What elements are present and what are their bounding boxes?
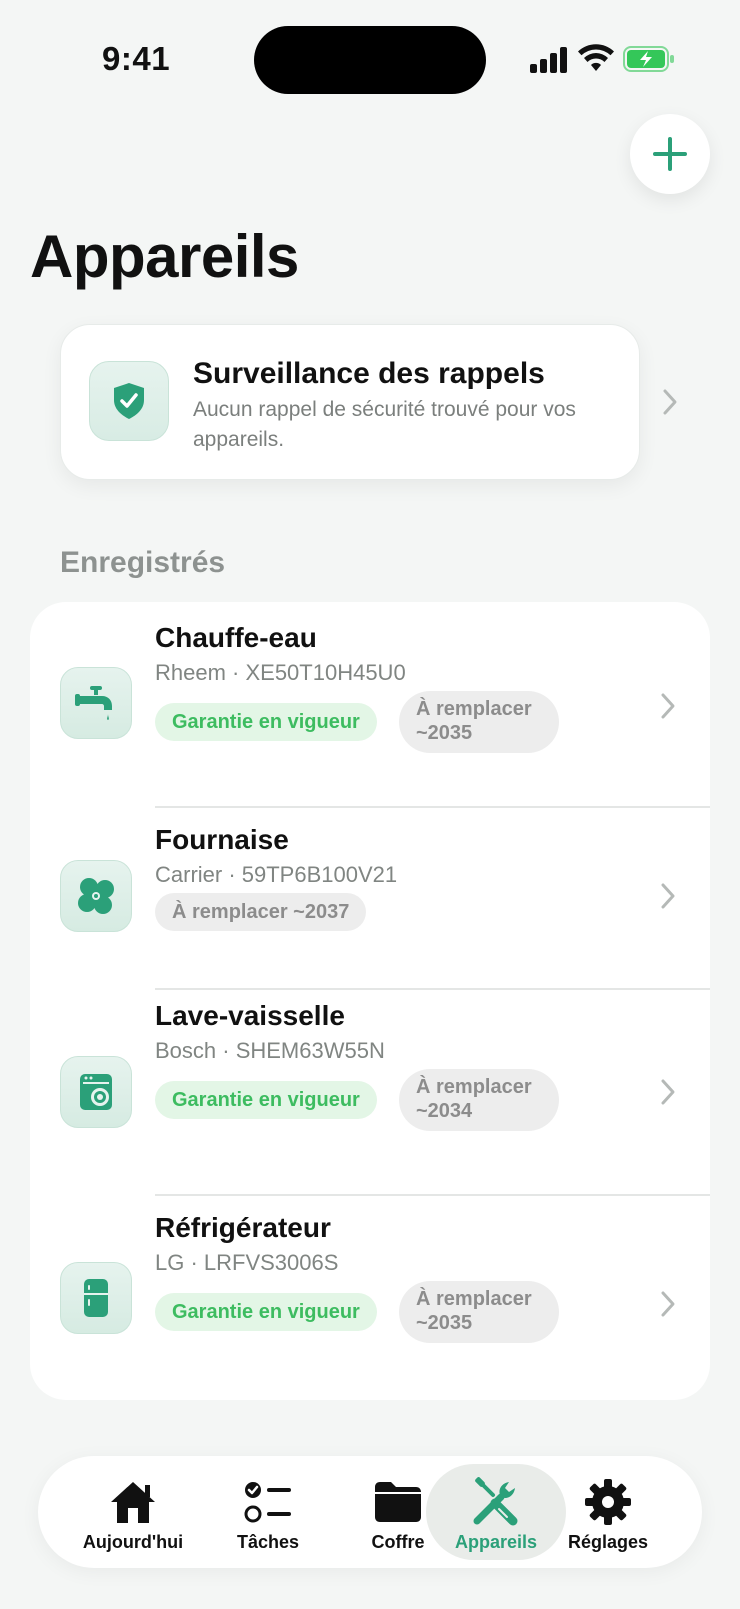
appliance-row-lave-vaisselle[interactable]: Lave-vaisselle Bosch · SHEM63W55N Garant… (30, 990, 710, 1194)
folder-icon (373, 1476, 423, 1528)
replace-badge: À remplacer ~2035 (399, 691, 559, 753)
tab-taches[interactable]: Tâches (208, 1456, 328, 1568)
dynamic-island (254, 26, 486, 94)
appliance-list: Chauffe-eau Rheem · XE50T10H45U0 Garanti… (30, 602, 710, 1400)
status-bar: 9:41 (0, 0, 740, 110)
appliance-icon-tile (60, 860, 132, 932)
chevron-right-icon (661, 693, 675, 719)
chevron-right-icon (661, 883, 675, 909)
appliance-detail: LG · LRFVS3006S (155, 1250, 339, 1275)
appliance-icon-tile (60, 1262, 132, 1334)
chevron-right-icon (661, 1291, 675, 1317)
shield-check-icon (114, 383, 144, 419)
replace-badge: À remplacer ~2037 (155, 893, 367, 931)
recall-icon-tile (89, 361, 169, 441)
status-time: 9:41 (102, 40, 171, 77)
tab-label: Coffre (371, 1532, 425, 1552)
appliance-icon-tile (60, 1056, 132, 1128)
recall-title: Surveillance des rappels (193, 357, 545, 390)
tab-label: Réglages (567, 1532, 649, 1552)
tools-icon (471, 1476, 521, 1528)
faucet-icon (75, 686, 112, 720)
tab-appareils[interactable]: Appareils (426, 1464, 566, 1560)
page-title: Appareils (30, 223, 299, 290)
tab-aujourdhui[interactable]: Aujourd'hui (68, 1456, 198, 1568)
warranty-badge: Garantie en vigueur (155, 1081, 377, 1119)
chevron-right-icon (661, 1079, 675, 1105)
plus-icon (653, 137, 687, 171)
appliance-icon-tile (60, 667, 132, 739)
tab-label: Aujourd'hui (82, 1532, 184, 1552)
recall-subtitle: Aucun rappel de sécurité trouvé pour vos… (193, 398, 576, 451)
replace-badge: À remplacer ~2034 (399, 1069, 559, 1131)
cellular-signal-icon (530, 47, 567, 73)
warranty-badge: Garantie en vigueur (155, 703, 377, 741)
warranty-badge: Garantie en vigueur (155, 1293, 377, 1331)
tasks-icon (243, 1476, 293, 1528)
fan-icon (78, 878, 114, 914)
add-appliance-button[interactable] (630, 114, 710, 194)
fridge-icon (84, 1279, 108, 1317)
appliance-name: Chauffe-eau (155, 622, 317, 653)
appliance-name: Lave-vaisselle (155, 1000, 345, 1031)
appliance-row-refrigerateur[interactable]: Réfrigérateur LG · LRFVS3006S Garantie e… (30, 1196, 710, 1400)
tab-label: Tâches (236, 1532, 300, 1552)
tab-label: Appareils (454, 1532, 538, 1552)
dishwasher-icon (80, 1074, 112, 1110)
chevron-right-icon (663, 389, 677, 415)
home-icon (108, 1476, 158, 1528)
appliance-row-chauffe-eau[interactable]: Chauffe-eau Rheem · XE50T10H45U0 Garanti… (30, 602, 710, 806)
appliance-detail: Carrier · 59TP6B100V21 (155, 862, 398, 887)
appliance-row-fournaise[interactable]: Fournaise Carrier · 59TP6B100V21 À rempl… (30, 808, 710, 988)
gear-icon (584, 1476, 632, 1528)
battery-charging-icon (623, 46, 674, 72)
section-title: Enregistrés (60, 546, 226, 579)
recall-monitoring-card[interactable]: Surveillance des rappels Aucun rappel de… (60, 324, 640, 480)
appliance-detail: Bosch · SHEM63W55N (155, 1038, 385, 1063)
tab-reglages[interactable]: Réglages (548, 1456, 668, 1568)
tab-bar: Aujourd'hui Tâches Coffre Appareils Régl… (38, 1456, 702, 1568)
replace-badge: À remplacer ~2035 (399, 1281, 559, 1343)
appliance-name: Fournaise (155, 824, 289, 855)
wifi-icon (578, 44, 614, 71)
appliance-detail: Rheem · XE50T10H45U0 (155, 660, 406, 685)
appliance-name: Réfrigérateur (155, 1212, 331, 1243)
